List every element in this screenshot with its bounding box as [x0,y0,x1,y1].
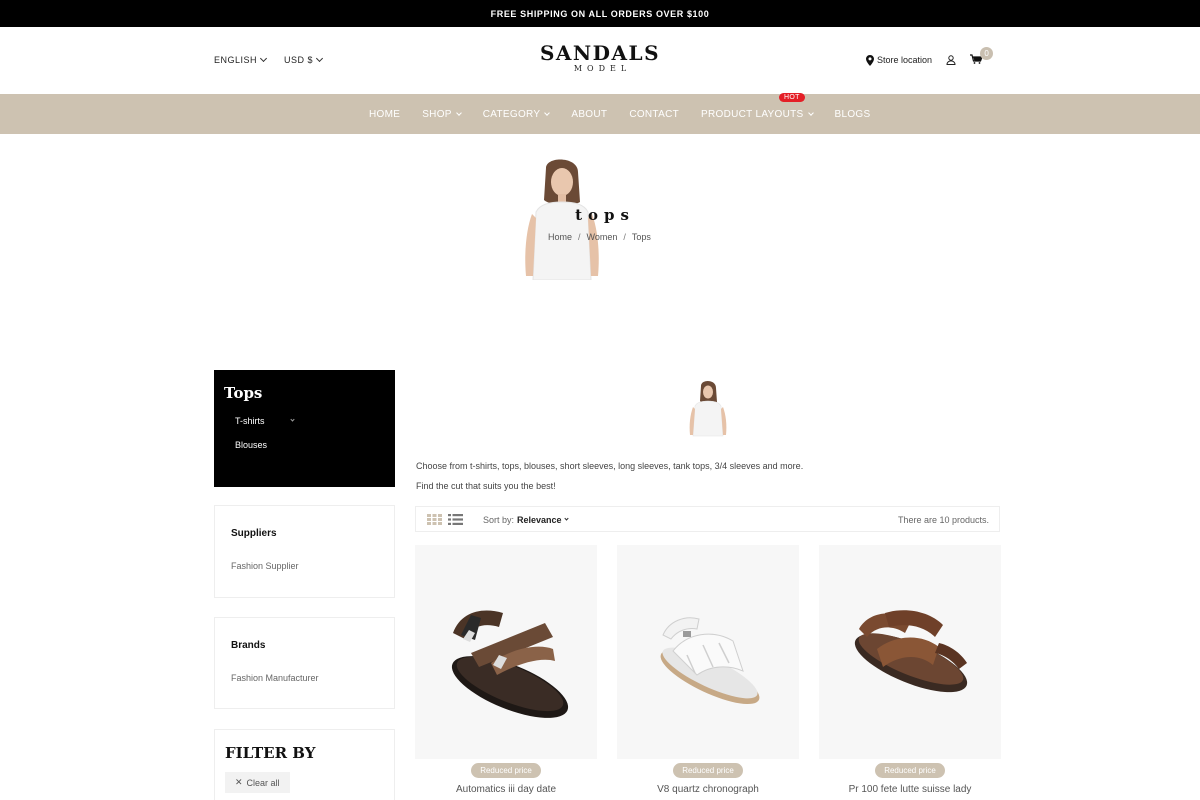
category-tree: Tops T-shirts Blouses [214,370,395,487]
product-image [451,610,569,718]
category-tree-title[interactable]: Tops [224,384,385,402]
sort-dropdown[interactable]: Sort by: Relevance [483,515,569,525]
breadcrumb-home[interactable]: Home [548,232,572,242]
product-name[interactable]: Automatics iii day date [415,784,597,795]
header-actions: Store location 0 [866,47,994,66]
list-view-icon[interactable] [448,514,463,525]
facet-option-supplier[interactable]: Fashion Supplier [231,561,378,571]
nav-about[interactable]: ABOUT [571,109,607,120]
user-icon[interactable] [946,55,956,65]
category-description: Choose from t-shirts, tops, blouses, sho… [416,461,804,471]
category-thumbnail [689,380,727,437]
clear-all-label: Clear all [246,777,280,788]
product-card[interactable] [415,545,597,759]
product-count: There are 10 products. [897,515,989,525]
nav-label: HOME [369,108,401,120]
chevron-down-icon[interactable] [289,417,295,422]
subcategory-blouses[interactable]: Blouses [235,440,385,450]
hot-badge: HOT [779,92,805,102]
product-name[interactable]: V8 quartz chronograph [617,784,799,795]
facet-brands: Brands Fashion Manufacturer [214,617,395,709]
facet-title: Suppliers [231,528,277,539]
reduced-price-badge: Reduced price [875,763,945,778]
clear-all-button[interactable]: ✕ Clear all [225,772,290,793]
site-header: ENGLISH USD $ SANDALS MODEL Store locati… [0,27,1200,94]
page-title: tops [575,206,635,224]
breadcrumb-current: Tops [631,232,651,242]
main-nav: HOME SHOP CATEGORY ABOUT CONTACT PRODUCT… [0,92,1200,134]
product-card[interactable] [819,545,1001,759]
nav-product-layouts[interactable]: PRODUCT LAYOUTS HOT [701,92,814,120]
product-image [660,617,760,705]
nav-shop[interactable]: SHOP [422,108,462,120]
nav-label: BLOGS [834,108,871,120]
active-filters: FILTER BY ✕ Clear all [214,729,395,800]
close-icon: ✕ [235,777,243,787]
nav-blogs[interactable]: BLOGS [835,109,871,120]
facet-title: Brands [231,640,266,651]
reduced-price-badge: Reduced price [673,763,743,778]
facet-suppliers: Suppliers Fashion Supplier [214,505,395,598]
cart-count-badge: 0 [980,47,994,60]
logo-main-text: SANDALS [539,41,661,65]
category-tagline: Find the cut that suits you the best! [416,481,556,491]
nav-label: CATEGORY [482,108,541,120]
nav-label: SHOP [422,108,452,120]
nav-label: PRODUCT LAYOUTS [701,108,804,120]
logo-sub-text: MODEL [573,64,632,73]
facet-option-brand[interactable]: Fashion Manufacturer [231,673,378,683]
breadcrumb-women[interactable]: Women [587,232,618,242]
breadcrumb-separator: / [578,232,581,242]
sort-value: Relevance [517,515,562,525]
nav-label: CONTACT [629,108,680,120]
subcategory-tshirts[interactable]: T-shirts [235,416,385,426]
announcement-bar: FREE SHIPPING ON ALL ORDERS OVER $100 [0,0,1200,27]
nav-category[interactable]: CATEGORY [482,108,551,120]
nav-label: ABOUT [571,108,608,120]
sort-label: Sort by: [483,515,515,525]
site-logo[interactable]: SANDALS MODEL [0,42,1200,74]
chevron-down-icon [807,109,814,116]
chevron-down-icon [455,109,462,116]
product-image [854,610,968,693]
chevron-down-icon [563,516,569,521]
chevron-down-icon [544,109,551,116]
product-name[interactable]: Pr 100 fete lutte suisse lady [819,784,1001,795]
grid-view-icon[interactable] [427,514,442,525]
breadcrumb: Home / Women / Tops [548,232,651,242]
cart-button[interactable]: 0 [970,47,994,66]
products-toolbar: Sort by: Relevance There are 10 products… [415,506,1000,532]
store-location-link[interactable]: Store location [866,54,933,66]
nav-contact[interactable]: CONTACT [629,109,679,120]
reduced-price-badge: Reduced price [471,763,541,778]
breadcrumb-separator: / [623,232,626,242]
filter-title: FILTER BY [225,744,316,762]
store-location-label: Store location [877,55,933,65]
product-card[interactable] [617,545,799,759]
announcement-text: FREE SHIPPING ON ALL ORDERS OVER $100 [490,8,710,19]
subcategory-label: Blouses [235,440,268,450]
subcategory-label: T-shirts [235,416,265,426]
map-pin-icon [866,54,874,66]
nav-home[interactable]: HOME [369,109,400,120]
